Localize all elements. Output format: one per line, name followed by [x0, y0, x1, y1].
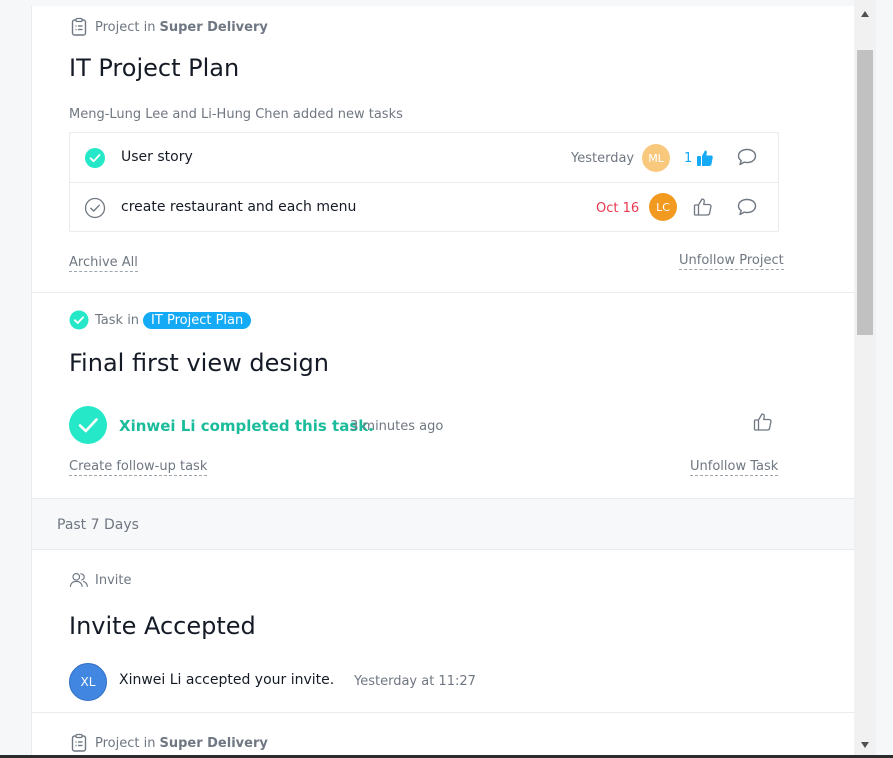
task-due-date: Yesterday — [571, 151, 635, 166]
thumbs-up-icon[interactable] — [692, 196, 714, 218]
task-row[interactable]: create restaurant and each menu Oct 16 L… — [70, 182, 778, 232]
project-icon — [69, 17, 89, 37]
completed-check-icon[interactable] — [84, 147, 106, 169]
scrollbar-thumb[interactable] — [857, 50, 873, 335]
project-card: Project in Super Delivery — [32, 713, 855, 758]
archive-all-link[interactable]: Archive All — [69, 255, 138, 272]
activity-time: Yesterday at 11:27 — [354, 674, 476, 689]
like-count: 1 — [684, 150, 693, 166]
task-name[interactable]: create restaurant and each menu — [121, 199, 356, 215]
comment-icon[interactable] — [736, 146, 758, 168]
context-project-link[interactable]: Super Delivery — [159, 736, 267, 751]
vertical-scrollbar[interactable] — [854, 0, 876, 758]
card-context: Project in Super Delivery — [69, 733, 268, 753]
avatar[interactable]: LC — [649, 193, 677, 221]
context-prefix: Project in — [95, 19, 156, 35]
card-context: Invite — [69, 570, 131, 590]
context-prefix: Task in — [95, 312, 140, 328]
activity-text: Xinwei Li accepted your invite. — [119, 672, 335, 688]
incomplete-check-icon[interactable] — [84, 197, 106, 219]
scroll-up-arrow-icon[interactable] — [859, 8, 871, 20]
unfollow-task-link[interactable]: Unfollow Task — [690, 459, 779, 476]
inbox-feed: Project in Super Delivery IT Project Pla… — [31, 6, 855, 758]
thumbs-up-icon[interactable] — [752, 411, 774, 433]
task-list: User story Yesterday ML 1 create restaur… — [69, 132, 779, 232]
avatar[interactable]: ML — [642, 144, 670, 172]
activity-time: 3 minutes ago — [350, 419, 444, 434]
project-pill[interactable]: IT Project Plan — [143, 311, 252, 329]
card-context: Task in IT Project Plan — [69, 310, 252, 330]
left-gutter — [0, 0, 31, 758]
create-follow-up-task-link[interactable]: Create follow-up task — [69, 459, 208, 476]
card-title: Invite Accepted — [69, 612, 256, 640]
project-icon — [69, 733, 89, 753]
comment-icon[interactable] — [736, 196, 758, 218]
invite-card: Invite Invite Accepted XL Xinwei Li acce… — [32, 550, 855, 713]
task-row[interactable]: User story Yesterday ML 1 — [70, 133, 778, 182]
card-context: Project in Super Delivery — [69, 17, 268, 37]
task-due-date: Oct 16 — [596, 201, 640, 216]
card-subtitle: Meng-Lung Lee and Li-Hung Chen added new… — [69, 107, 403, 122]
section-header: Past 7 Days — [32, 499, 855, 550]
people-icon — [69, 570, 89, 590]
completed-check-large-icon — [69, 406, 107, 444]
card-title[interactable]: IT Project Plan — [69, 54, 239, 82]
context-prefix: Invite — [95, 572, 132, 588]
context-prefix: Project in — [95, 735, 156, 751]
context-project-link[interactable]: Super Delivery — [159, 20, 267, 35]
like-button[interactable]: 1 — [684, 148, 715, 168]
task-card: Task in IT Project Plan Final first view… — [32, 293, 855, 499]
task-name[interactable]: User story — [121, 149, 193, 165]
avatar[interactable]: XL — [69, 663, 107, 701]
section-header-label: Past 7 Days — [57, 517, 139, 533]
completed-check-icon — [69, 310, 89, 330]
activity-text: Xinwei Li completed this task. — [119, 417, 374, 435]
scroll-down-arrow-icon[interactable] — [859, 739, 871, 751]
unfollow-project-link[interactable]: Unfollow Project — [679, 253, 784, 270]
card-title[interactable]: Final first view design — [69, 349, 329, 377]
thumbs-up-filled-icon — [697, 150, 714, 166]
project-card: Project in Super Delivery IT Project Pla… — [32, 6, 855, 293]
right-gutter — [876, 0, 893, 758]
